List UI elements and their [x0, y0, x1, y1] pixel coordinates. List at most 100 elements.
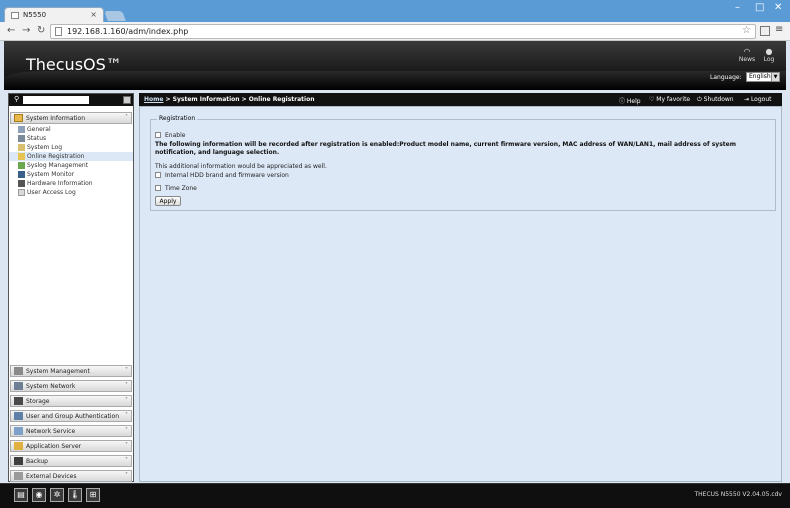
log-button[interactable]: ● Log	[759, 47, 779, 63]
general-icon	[18, 126, 25, 133]
favorite-label: My favorite	[656, 96, 691, 103]
sidebar-item-hardware-information[interactable]: Hardware Information	[9, 179, 133, 188]
registration-icon	[18, 153, 25, 160]
news-button[interactable]: ◠ News	[737, 47, 757, 63]
sidebar-category-user-group-auth[interactable]: User and Group Authentication ˅	[10, 410, 132, 422]
category-label: Storage	[26, 398, 50, 405]
extension-icon[interactable]	[760, 26, 770, 36]
sidebar-item-label: User Access Log	[27, 189, 76, 196]
additional-info-text: This additional information would be app…	[155, 163, 327, 170]
log-label: Log	[763, 56, 775, 63]
search-input[interactable]	[23, 96, 89, 104]
sidebar-item-label: General	[27, 126, 51, 133]
sidebar-category-system-network[interactable]: System Network ˅	[10, 380, 132, 392]
chevron-down-icon[interactable]: ▼	[771, 73, 779, 81]
monitor-icon	[18, 171, 25, 178]
sidebar-item-status[interactable]: Status	[9, 134, 133, 143]
registration-fieldset: Registration Enable The following inform…	[150, 115, 776, 211]
sidebar-item-system-log[interactable]: System Log	[9, 143, 133, 152]
thecus-logo: ThecusOS™	[26, 55, 122, 74]
minimize-icon[interactable]: –	[735, 2, 740, 13]
category-label: System Network	[26, 383, 76, 390]
monitor-shortcut-icon[interactable]: ▤	[14, 488, 28, 502]
sidebar: ⚲ System Information ˄ General Status Sy…	[8, 93, 134, 482]
category-label: System Information	[26, 115, 86, 122]
sidebar-item-syslog-management[interactable]: Syslog Management	[9, 161, 133, 170]
category-label: External Devices	[26, 473, 77, 480]
my-favorite-button[interactable]: ♡ My favorite	[649, 96, 690, 103]
storage-icon	[14, 397, 23, 405]
hdd-info-checkbox[interactable]	[155, 172, 161, 178]
enable-checkbox[interactable]	[155, 132, 161, 138]
help-button[interactable]: ⓘ Help	[619, 96, 641, 105]
window-close-icon[interactable]: ✕	[774, 2, 782, 13]
camera-shortcut-icon[interactable]: ◉	[32, 488, 46, 502]
time-zone-label: Time Zone	[165, 185, 197, 192]
sidebar-category-application-server[interactable]: Application Server ˅	[10, 440, 132, 452]
chevron-down-icon: ˅	[125, 457, 128, 464]
sidebar-item-system-monitor[interactable]: System Monitor	[9, 170, 133, 179]
enable-label: Enable	[165, 132, 186, 139]
forward-icon[interactable]: →	[22, 25, 30, 36]
sidebar-item-online-registration[interactable]: Online Registration	[9, 152, 133, 161]
sidebar-category-network-service[interactable]: Network Service ˅	[10, 425, 132, 437]
app-footer: ▤ ◉ ✲ 🌡 ⊞ THECUS N5550 V2.04.05.cdv	[0, 483, 790, 508]
network-shortcut-icon[interactable]: ⊞	[86, 488, 100, 502]
browser-menu-icon[interactable]: ≡	[775, 24, 783, 35]
page-icon	[55, 27, 62, 36]
fan-shortcut-icon[interactable]: ✲	[50, 488, 64, 502]
browser-tab-title: N5550	[23, 11, 47, 19]
logout-label: Logout	[750, 96, 772, 103]
rss-icon: ◠	[743, 47, 751, 56]
temperature-shortcut-icon[interactable]: 🌡	[68, 488, 82, 502]
main-content: Registration Enable The following inform…	[139, 106, 782, 482]
sidebar-category-system-information[interactable]: System Information ˄	[10, 112, 132, 124]
sidebar-item-label: Hardware Information	[27, 180, 93, 187]
sidebar-item-label: System Monitor	[27, 171, 75, 178]
search-button[interactable]	[123, 96, 131, 104]
news-label: News	[738, 56, 756, 63]
sidebar-item-label: Syslog Management	[27, 162, 89, 169]
close-tab-icon[interactable]: ×	[90, 10, 97, 19]
info-icon	[14, 114, 23, 122]
users-icon	[14, 412, 23, 420]
help-icon: ⓘ	[619, 98, 627, 105]
category-label: Application Server	[26, 443, 82, 450]
syslog-icon	[18, 162, 25, 169]
help-label: Help	[626, 98, 641, 105]
apply-button[interactable]: Apply	[155, 196, 181, 206]
hardware-icon	[18, 180, 25, 187]
address-bar[interactable]: 192.168.1.160/adm/index.php ☆	[50, 24, 756, 39]
access-log-icon	[18, 189, 25, 196]
new-tab-button[interactable]	[104, 11, 126, 21]
log-file-icon	[18, 144, 25, 151]
breadcrumb-home-link[interactable]: Home	[144, 96, 163, 103]
address-url[interactable]: 192.168.1.160/adm/index.php	[67, 27, 188, 36]
back-icon[interactable]: ←	[7, 25, 15, 36]
external-device-icon	[14, 472, 23, 480]
bookmark-star-icon[interactable]: ☆	[742, 25, 751, 36]
maximize-icon[interactable]: □	[755, 2, 764, 13]
hdd-info-label: Internal HDD brand and firmware version	[165, 172, 289, 179]
language-select[interactable]: English ▼	[746, 72, 780, 82]
sidebar-category-backup[interactable]: Backup ˅	[10, 455, 132, 467]
reload-icon[interactable]: ↻	[37, 25, 45, 36]
logout-button[interactable]: ⇥ Logout	[744, 96, 771, 103]
chevron-down-icon: ˅	[125, 397, 128, 404]
search-icon: ⚲	[14, 95, 20, 103]
sidebar-category-external-devices[interactable]: External Devices ˅	[10, 470, 132, 482]
sidebar-item-user-access-log[interactable]: User Access Log	[9, 188, 133, 197]
firmware-version: THECUS N5550 V2.04.05.cdv	[694, 491, 782, 498]
chevron-down-icon: ˅	[125, 442, 128, 449]
shutdown-button[interactable]: ⏻ Shutdown	[697, 96, 734, 104]
chevron-down-icon: ˅	[125, 367, 128, 374]
status-icon	[18, 135, 25, 142]
sidebar-category-system-management[interactable]: System Management ˅	[10, 365, 132, 377]
sidebar-category-storage[interactable]: Storage ˅	[10, 395, 132, 407]
sidebar-item-general[interactable]: General	[9, 125, 133, 134]
sidebar-search: ⚲	[9, 94, 133, 106]
category-label: User and Group Authentication	[26, 413, 119, 420]
time-zone-checkbox[interactable]	[155, 185, 161, 191]
browser-tab[interactable]: N5550 ×	[4, 7, 104, 22]
application-icon	[14, 442, 23, 450]
